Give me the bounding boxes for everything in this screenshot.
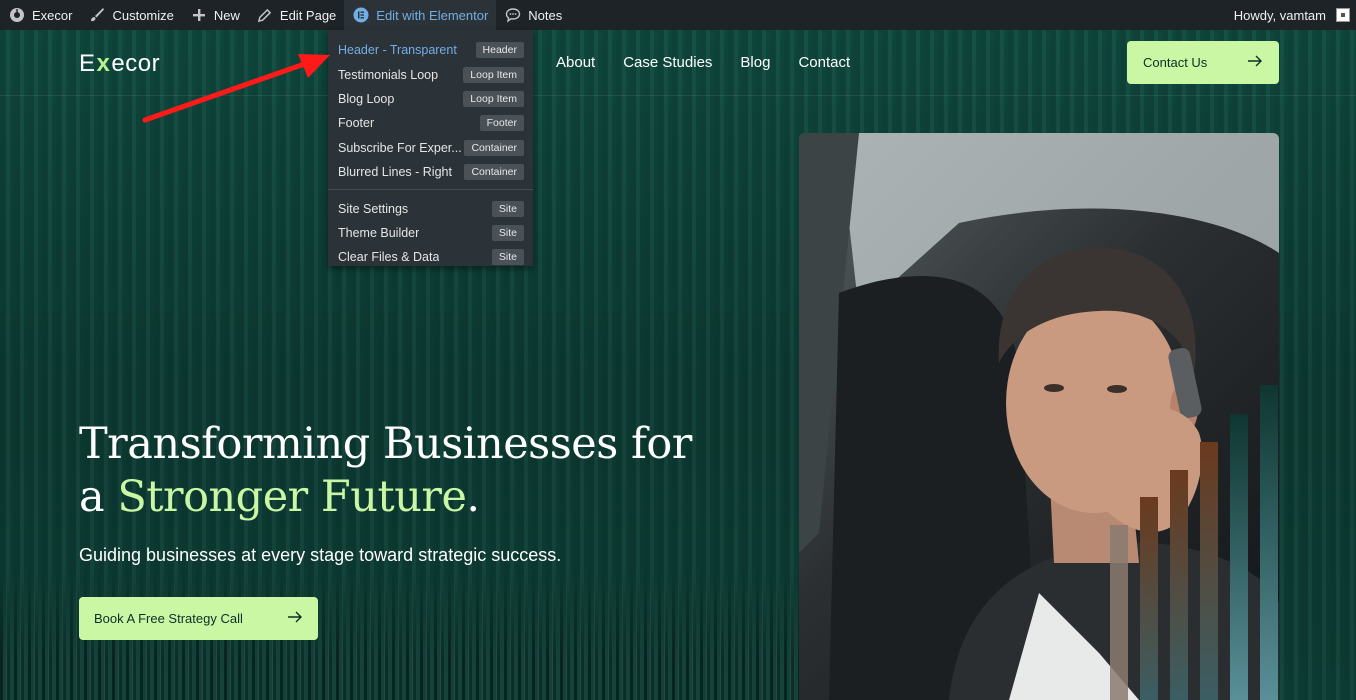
main-nav: About Case Studies Blog Contact: [556, 54, 850, 71]
dropdown-item-header-transparent[interactable]: Header - Transparent Header: [328, 38, 533, 62]
dropdown-item-blurred-lines[interactable]: Blurred Lines - Right Container: [328, 160, 533, 184]
nav-about[interactable]: About: [556, 54, 595, 71]
edit-page-link[interactable]: Edit Page: [248, 0, 344, 30]
dropdown-item-badge: Loop Item: [463, 90, 524, 107]
edit-with-elementor-label: Edit with Elementor: [376, 7, 489, 23]
avatar: [1336, 8, 1350, 22]
dropdown-item-label: Clear Files & Data: [338, 250, 440, 265]
dropdown-divider: [328, 189, 533, 191]
logo-x-mark: x: [96, 50, 111, 77]
dropdown-item-testimonials-loop[interactable]: Testimonials Loop Loop Item: [328, 62, 533, 86]
edit-page-label: Edit Page: [279, 7, 337, 23]
new-label: New: [213, 7, 240, 23]
logo-part: E: [79, 50, 96, 77]
dropdown-item-label: Blurred Lines - Right: [338, 165, 452, 180]
dropdown-item-badge: Site: [491, 200, 524, 217]
notes-label: Notes: [528, 7, 563, 23]
book-strategy-call-button[interactable]: Book A Free Strategy Call: [79, 597, 318, 640]
nav-blog[interactable]: Blog: [740, 54, 770, 71]
site-name-menu[interactable]: Execor: [0, 0, 80, 30]
dropdown-item-subscribe[interactable]: Subscribe For Exper... Container: [328, 136, 533, 160]
pencil-icon: [256, 6, 274, 24]
elementor-icon: [352, 6, 370, 24]
contact-us-label: Contact Us: [1143, 55, 1208, 70]
decorative-bars: [1110, 385, 1278, 700]
arrow-right-icon: [287, 611, 303, 626]
dropdown-item-blog-loop[interactable]: Blog Loop Loop Item: [328, 87, 533, 111]
headline-line-1: Transforming Businesses for: [79, 419, 692, 469]
customize-link[interactable]: Customize: [80, 0, 181, 30]
speech-bubble-icon: [504, 6, 522, 24]
edit-with-elementor-menu[interactable]: Edit with Elementor: [344, 0, 497, 30]
dropdown-item-badge: Container: [464, 139, 524, 156]
hero-subline: Guiding businesses at every stage toward…: [79, 545, 562, 565]
dropdown-item-badge: Header: [475, 42, 524, 59]
headline-end: .: [466, 472, 480, 522]
contact-us-button[interactable]: Contact Us: [1127, 41, 1279, 84]
new-content-menu[interactable]: New: [182, 0, 248, 30]
admin-bar: Execor Customize New Edit Page Edit with…: [0, 0, 1356, 30]
dropdown-item-label: Footer: [338, 116, 375, 131]
greeting-label: Howdy, vamtam: [1233, 7, 1326, 23]
dropdown-item-label: Subscribe For Exper...: [338, 140, 462, 155]
book-strategy-call-label: Book A Free Strategy Call: [94, 611, 243, 626]
site-name-label: Execor: [32, 7, 73, 23]
customize-label: Customize: [112, 7, 174, 23]
headline-accent: Stronger Future: [117, 472, 467, 522]
dropdown-item-clear-files[interactable]: Clear Files & Data Site: [328, 245, 533, 269]
nav-contact[interactable]: Contact: [798, 54, 850, 71]
dropdown-item-label: Site Settings: [338, 201, 409, 216]
dropdown-item-badge: Loop Item: [463, 66, 524, 83]
nav-case-studies[interactable]: Case Studies: [623, 54, 712, 71]
dropdown-item-site-settings[interactable]: Site Settings Site: [328, 196, 533, 220]
elementor-dropdown: Header - Transparent Header Testimonials…: [328, 30, 533, 266]
hero-headline: Transforming Businesses for a Stronger F…: [79, 418, 779, 524]
my-account-menu[interactable]: Howdy, vamtam: [1234, 8, 1356, 23]
dropdown-item-label: Theme Builder: [338, 225, 420, 240]
dropdown-item-badge: Footer: [479, 115, 524, 132]
headline-line-2: a: [79, 472, 118, 522]
notes-link[interactable]: Notes: [496, 0, 570, 30]
red-arrow-annotation: [142, 54, 330, 123]
plus-icon: [190, 6, 208, 24]
brush-icon: [88, 6, 106, 24]
dropdown-item-label: Header - Transparent: [338, 43, 457, 58]
dropdown-item-label: Testimonials Loop: [338, 67, 439, 82]
dropdown-item-label: Blog Loop: [338, 91, 395, 106]
dropdown-item-theme-builder[interactable]: Theme Builder Site: [328, 221, 533, 245]
arrow-right-icon: [1247, 55, 1263, 70]
dropdown-item-footer[interactable]: Footer Footer: [328, 111, 533, 135]
dropdown-item-badge: Container: [464, 164, 524, 181]
dropdown-item-badge: Site: [491, 249, 524, 266]
dashboard-icon: [8, 6, 26, 24]
dropdown-item-badge: Site: [491, 224, 524, 241]
